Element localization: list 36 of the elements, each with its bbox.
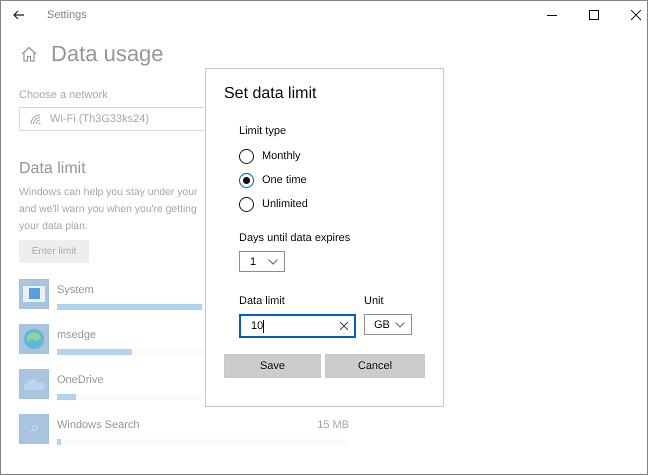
description-text: Windows can help you stay under your and we'll warn you when you're getting your data plan. [19, 186, 198, 234]
chevron-down-icon [395, 322, 405, 328]
close-icon[interactable] [631, 10, 641, 20]
field-label: Data limit [239, 295, 286, 307]
field-label: Days until data expires [239, 232, 352, 244]
app-name: Windows Search [57, 419, 140, 431]
app-name: OneDrive [57, 374, 104, 386]
chevron-down-icon [268, 258, 278, 264]
search-icon [30, 425, 38, 433]
dialog-button[interactable]: Save [224, 354, 322, 378]
network-label: Choose a network [19, 89, 108, 101]
wifi-icon [30, 114, 42, 124]
radio-button[interactable] [239, 148, 254, 164]
unit-dropdown[interactable]: GB [364, 314, 412, 335]
page-title: Data usage [51, 41, 164, 67]
section-heading: Data limit [19, 160, 86, 178]
app-name: System [57, 284, 94, 296]
data-limit-input[interactable]: 10 [239, 314, 356, 338]
dialog-button[interactable]: Cancel [325, 354, 425, 378]
radio-button[interactable] [239, 172, 254, 188]
radio-button[interactable] [239, 196, 254, 212]
maximize-icon[interactable] [589, 10, 599, 20]
app-name: msedge [57, 329, 96, 341]
clear-icon[interactable] [340, 322, 348, 330]
radio-label[interactable]: Monthly [262, 150, 301, 162]
window-title: Settings [47, 9, 87, 21]
usage-amount: 15 MB [317, 419, 349, 431]
radio-label[interactable]: One time [262, 174, 307, 186]
radio-label[interactable]: Unlimited [262, 198, 308, 210]
dialog-title: Set data limit [224, 85, 318, 103]
home-icon[interactable] [21, 46, 37, 62]
back-arrow-icon[interactable] [13, 10, 25, 20]
field-label: Limit type [239, 125, 288, 137]
window-icon [23, 286, 45, 302]
days-dropdown[interactable]: 1 [239, 251, 285, 272]
field-label: Unit [364, 295, 385, 307]
